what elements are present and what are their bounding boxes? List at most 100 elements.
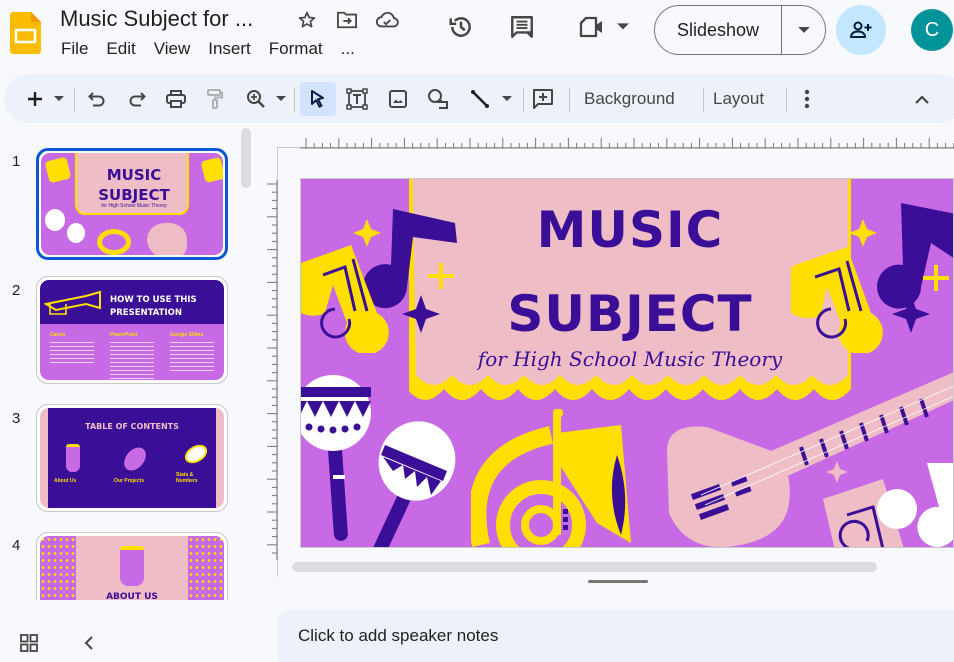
undo-button[interactable]	[86, 84, 108, 114]
filmstrip-footer	[0, 600, 270, 662]
add-person-icon	[849, 21, 872, 38]
menu-edit[interactable]: Edit	[97, 38, 144, 60]
menu-more[interactable]: ...	[332, 38, 364, 60]
maracas-icon	[301, 375, 456, 547]
more-vert-icon	[804, 89, 810, 109]
thumb-column-label: Google Slides	[170, 332, 204, 338]
menu-insert[interactable]: Insert	[199, 38, 260, 60]
menu-bar: File Edit View Insert Format ...	[52, 38, 364, 60]
toolbar-divider	[569, 88, 570, 112]
cloud-saved-icon[interactable]	[375, 8, 399, 32]
slide-thumbnail-1[interactable]: MUSIC SUBJECT for High School Music Theo…	[36, 148, 228, 260]
french-horn-icon	[471, 409, 631, 547]
background-button[interactable]: Background	[584, 88, 675, 110]
text-box-icon	[346, 88, 368, 110]
slide-title-line1[interactable]: MUSIC	[409, 199, 851, 261]
account-avatar[interactable]: C	[911, 9, 953, 51]
slideshow-options-button[interactable]	[782, 26, 825, 34]
paint-roller-icon	[207, 89, 223, 109]
chevron-down-icon	[276, 96, 286, 101]
image-icon	[389, 90, 407, 108]
line-icon	[471, 90, 489, 108]
add-comment-button[interactable]	[530, 84, 556, 114]
document-title[interactable]: Music Subject for ...	[60, 6, 253, 32]
thumb-title: MUSIC SUBJECT	[98, 166, 170, 204]
toolbar-divider	[523, 88, 524, 112]
insert-image-button[interactable]	[386, 84, 410, 114]
toolbar-divider	[703, 88, 704, 112]
filmstrip-scrollbar[interactable]	[241, 128, 251, 188]
google-slides-app: Music Subject for ... File Edit View Ins…	[0, 0, 954, 662]
slide-number: 1	[12, 153, 21, 170]
chevron-down-icon	[54, 96, 64, 101]
thumb-toc-item: About Us	[54, 478, 77, 484]
select-tool-button[interactable]	[300, 82, 336, 116]
chevron-down-icon	[797, 26, 810, 33]
music-notes-left-icon	[301, 209, 457, 353]
slides-logo-icon[interactable]	[10, 12, 41, 54]
music-notes-right-icon	[791, 203, 953, 353]
slide-number: 2	[12, 282, 21, 299]
cursor-arrow-icon	[311, 90, 324, 108]
slide-thumbnail-3[interactable]: TABLE OF CONTENTS About Us Our Projects …	[36, 404, 228, 512]
menu-view[interactable]: View	[145, 38, 200, 60]
chevron-down-icon	[617, 23, 629, 30]
thumb-toc-item: Our Projects	[114, 478, 145, 484]
shapes-icon	[428, 89, 448, 109]
thumb-subtitle: for High School Music Theory	[101, 203, 167, 209]
share-button[interactable]	[836, 5, 886, 55]
slide-title-line2[interactable]: SUBJECT	[409, 283, 851, 345]
new-slide-layout-dropdown[interactable]	[52, 84, 66, 114]
vertical-ruler[interactable]	[266, 180, 278, 560]
undo-icon	[88, 92, 105, 107]
zoom-button[interactable]	[244, 84, 268, 114]
toolbar-divider	[294, 88, 295, 112]
meet-button[interactable]	[576, 12, 632, 42]
line-button[interactable]	[468, 84, 492, 114]
horizontal-scrollbar[interactable]	[292, 562, 877, 572]
music-note-bottom-right-icon	[823, 461, 953, 547]
zoom-dropdown[interactable]	[274, 84, 288, 114]
zoom-in-icon	[247, 90, 265, 108]
star-icon[interactable]	[295, 8, 319, 32]
speaker-notes[interactable]: Click to add speaker notes	[278, 609, 954, 662]
print-button[interactable]	[164, 84, 188, 114]
slide-number: 3	[12, 410, 21, 427]
version-history-icon[interactable]	[446, 12, 476, 42]
redo-button[interactable]	[126, 84, 148, 114]
slideshow-button[interactable]: Slideshow	[655, 6, 782, 54]
redo-icon	[129, 92, 146, 107]
slide-canvas[interactable]: MUSIC SUBJECT for High School Music Theo…	[300, 178, 954, 548]
slide-thumbnail-2[interactable]: HOW TO USE THIS PRESENTATION Canva Power…	[36, 276, 228, 384]
printer-icon	[166, 90, 186, 108]
collapse-filmstrip-icon[interactable]	[78, 632, 100, 654]
toolbar-divider	[786, 88, 787, 112]
collapse-toolbar-button[interactable]	[910, 84, 934, 114]
layout-button[interactable]: Layout	[713, 88, 764, 110]
toolbar: Background Layout	[4, 74, 954, 123]
line-type-dropdown[interactable]	[500, 84, 514, 114]
add-comment-icon	[533, 89, 553, 109]
comments-icon[interactable]	[507, 12, 537, 42]
thumb-title: TABLE OF CONTENTS	[85, 422, 179, 431]
horizontal-ruler[interactable]	[300, 137, 954, 149]
shape-button[interactable]	[426, 84, 450, 114]
thumb-column-label: PowerPoint	[110, 332, 138, 338]
slideshow-button-group: Slideshow	[654, 5, 826, 55]
menu-format[interactable]: Format	[260, 38, 332, 60]
plus-icon	[28, 92, 42, 106]
thumb-title: HOW TO USE THIS PRESENTATION	[110, 295, 197, 318]
menu-file[interactable]: File	[52, 38, 97, 60]
new-slide-button[interactable]	[24, 84, 46, 114]
more-options-button[interactable]	[798, 84, 816, 114]
paint-format-button[interactable]	[204, 84, 226, 114]
text-box-button[interactable]	[344, 84, 370, 114]
chevron-down-icon	[502, 96, 512, 101]
thumb-column-label: Canva	[50, 332, 66, 338]
notes-resize-handle[interactable]	[588, 580, 648, 583]
grid-view-icon[interactable]	[18, 632, 40, 654]
speaker-notes-placeholder[interactable]: Click to add speaker notes	[298, 626, 498, 646]
chevron-up-icon	[915, 94, 929, 104]
move-to-folder-icon[interactable]	[335, 8, 359, 32]
toolbar-divider	[74, 88, 75, 112]
